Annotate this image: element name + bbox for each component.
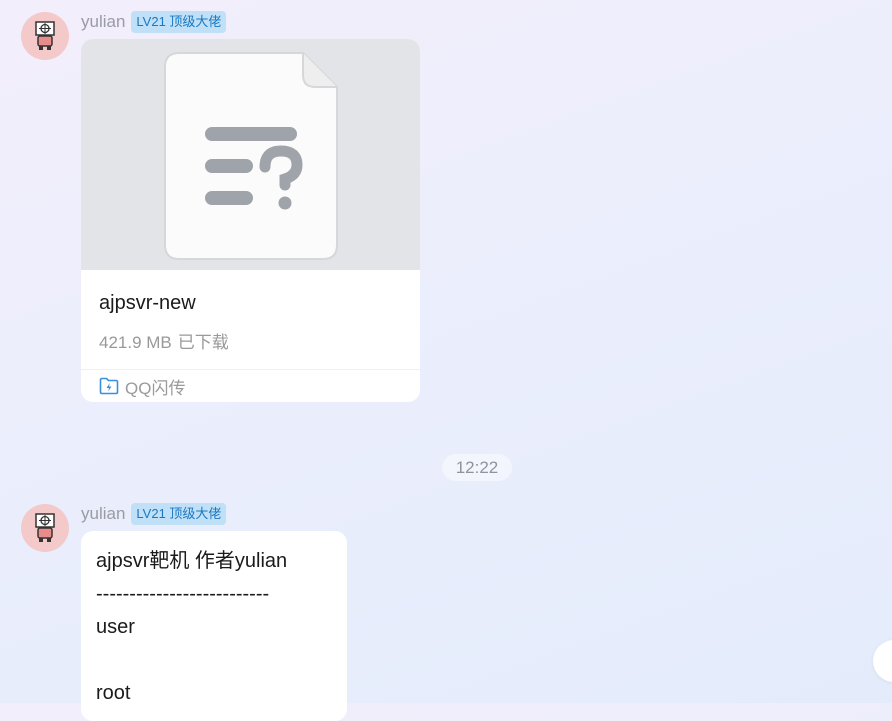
sender-name[interactable]: yulian [81,504,125,524]
message-line [96,644,332,677]
message-line: -------------------------- [96,583,270,605]
pixel-character-avatar-icon [35,513,55,542]
text-message-bubble[interactable]: ajpsvr靶机 作者yulian ----------------------… [81,531,347,721]
flash-transfer-icon [99,377,119,395]
file-source-label: QQ闪传 [125,378,186,398]
file-size: 421.9 MB [99,333,172,352]
scroll-to-bottom-button[interactable] [873,640,892,682]
file-source[interactable]: QQ闪传 [99,375,186,398]
sender-header: yulian LV21 顶级大佬 [81,502,227,526]
sender-header: yulian LV21 顶级大佬 [81,10,227,34]
time-divider: 12:22 [442,454,512,481]
message-line: user [96,616,135,638]
file-preview[interactable] [81,39,420,270]
level-badge[interactable]: LV21 顶级大佬 [131,503,227,525]
download-status: 已下载 [177,333,229,352]
pixel-character-avatar-icon [35,21,55,50]
file-name: ajpsvr-new [99,292,196,314]
file-meta: 421.9 MB 已下载 [99,328,229,353]
sender-avatar[interactable] [21,12,69,60]
file-message-card[interactable]: ajpsvr-new 421.9 MB 已下载 QQ闪传 [81,39,420,402]
level-badge[interactable]: LV21 顶级大佬 [131,11,227,33]
card-divider [81,369,420,370]
sender-name[interactable]: yulian [81,12,125,32]
message-line: ajpsvr靶机 作者yulian [96,550,288,572]
message-line: root [96,682,131,704]
unknown-file-icon [164,52,338,260]
sender-avatar[interactable] [21,504,69,552]
